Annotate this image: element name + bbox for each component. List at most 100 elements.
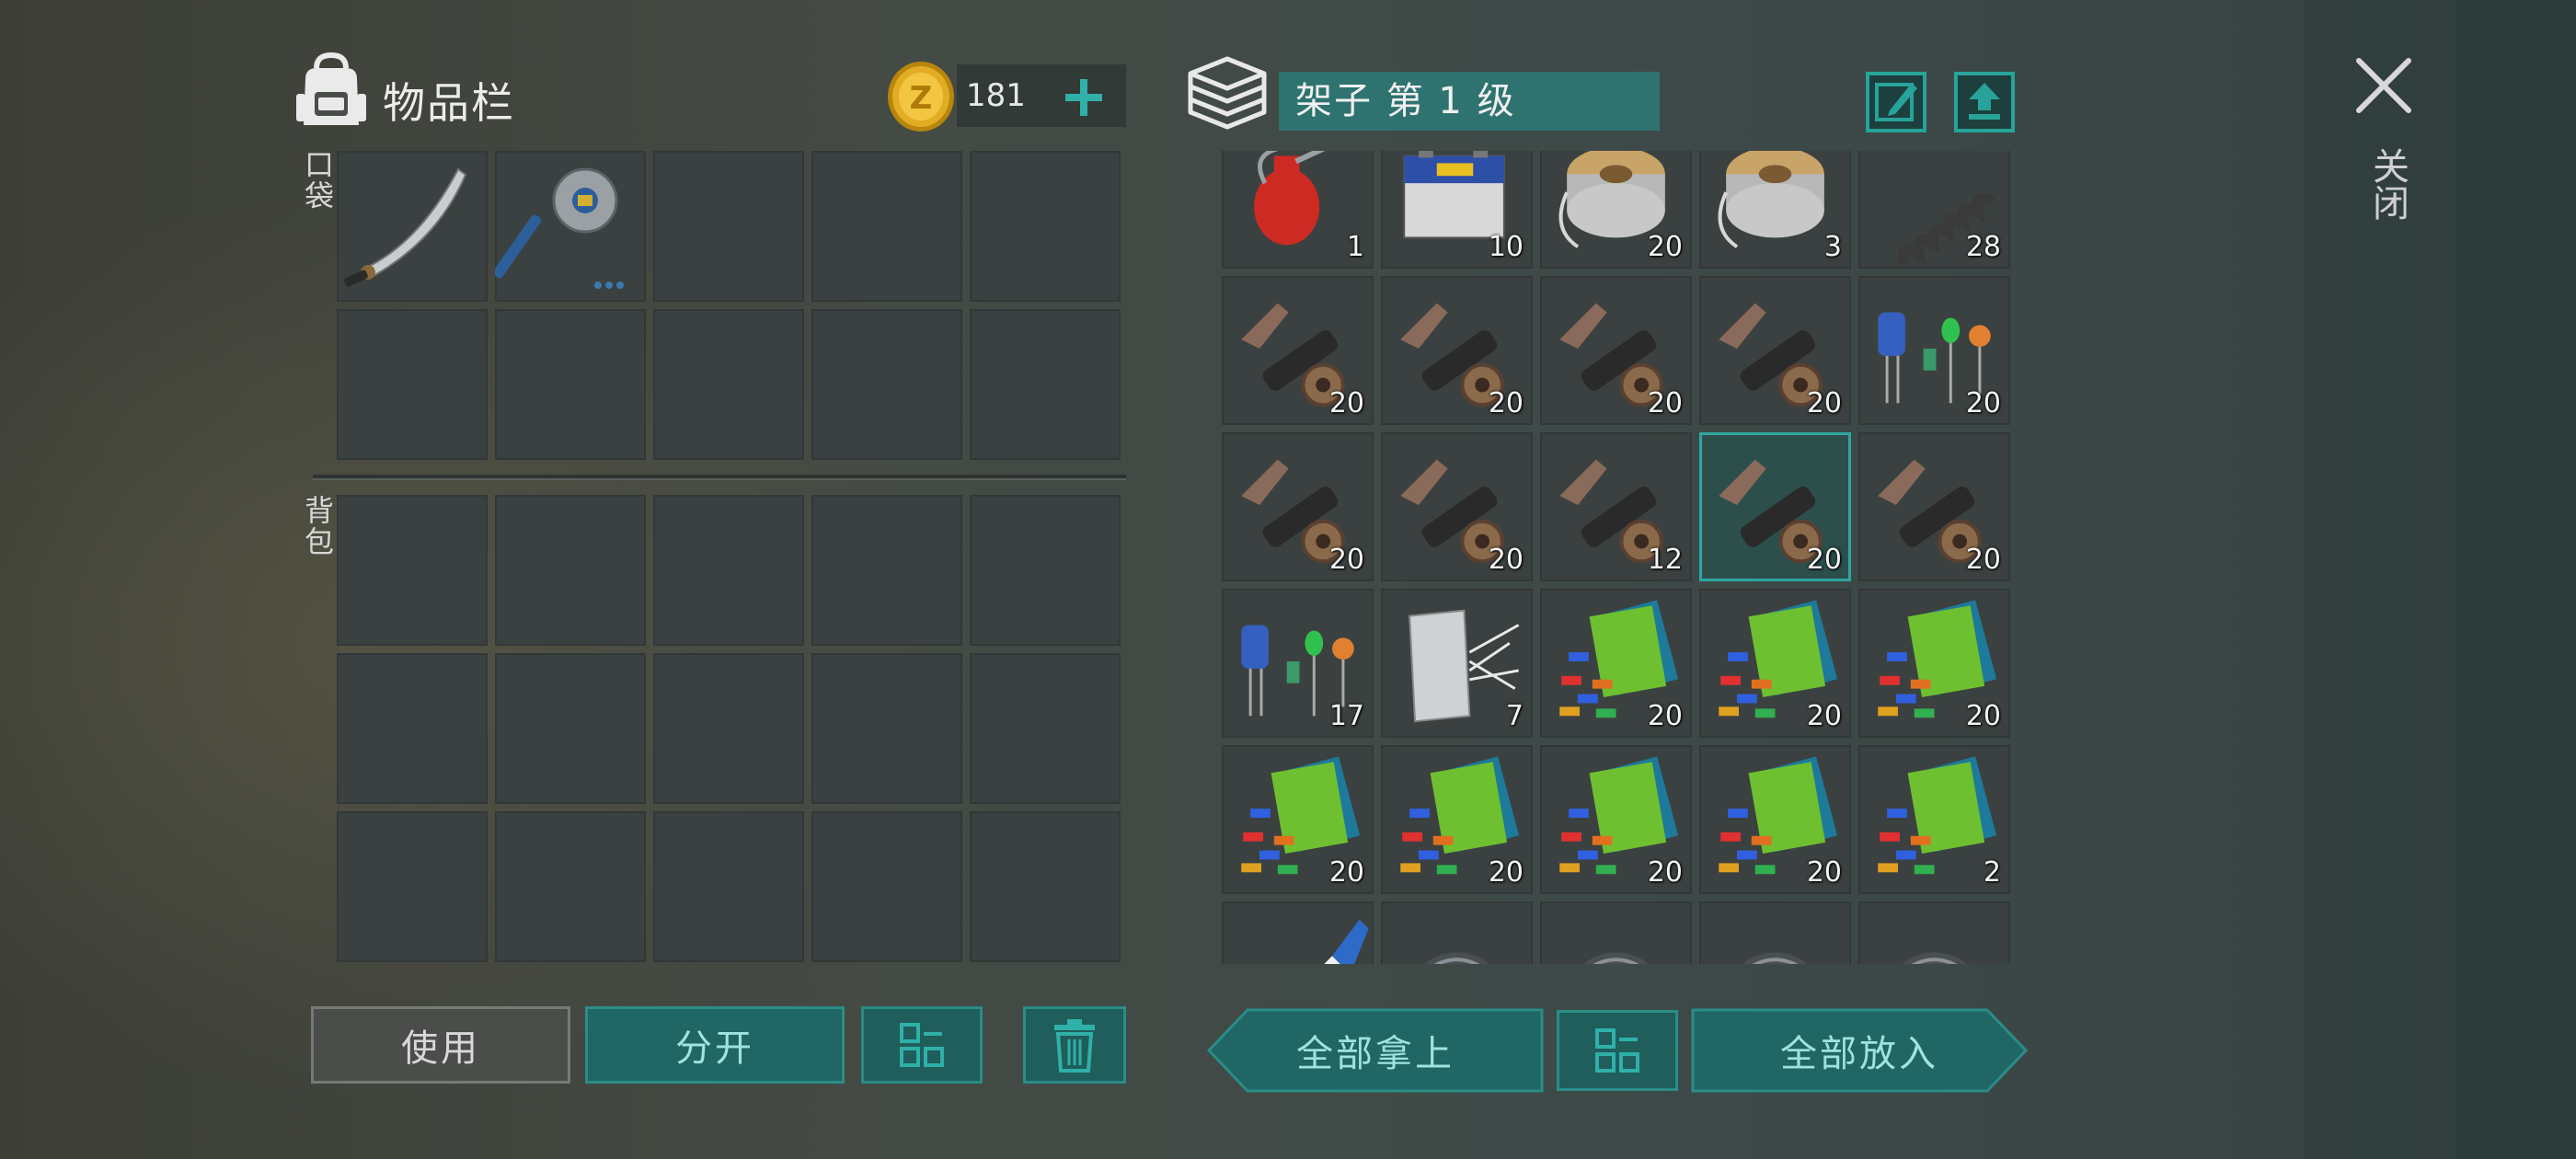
storage-slot[interactable]: 20 <box>1222 745 1374 894</box>
close-button[interactable] <box>2352 53 2416 118</box>
storage-slot[interactable] <box>1540 901 1692 964</box>
storage-slot[interactable]: 7 <box>1381 589 1533 738</box>
storage-scroll-area[interactable]: 1 10 20 3 28 20 20 20 20 20 20 20 12 20 20 17 7 20 20 20 20 2… <box>1222 151 2015 964</box>
storage-slot[interactable]: 10 <box>1381 151 1533 269</box>
take-all-label: 全部拿上 <box>1296 1033 1455 1075</box>
backpack-slot[interactable] <box>811 653 962 804</box>
storage-slot[interactable]: 20 <box>1858 432 2010 581</box>
storage-slot[interactable]: 20 <box>1699 432 1851 581</box>
pocket-slot[interactable] <box>811 151 962 302</box>
sort-storage-button[interactable] <box>1557 1010 1678 1091</box>
add-coins-button[interactable] <box>1056 70 1111 125</box>
background-edge <box>2456 0 2576 1159</box>
storage-name-field[interactable]: 架子 第 1 级 <box>1279 72 1660 131</box>
item-quantity: 17 <box>1328 700 1364 732</box>
storage-slot[interactable] <box>1222 901 1374 964</box>
take-all-button[interactable]: 全部拿上 <box>1207 1008 1544 1093</box>
backpack-slot[interactable] <box>653 653 804 804</box>
put-all-button[interactable]: 全部放入 <box>1691 1008 2028 1093</box>
section-divider <box>313 475 1126 480</box>
item-quantity: 20 <box>1965 387 2001 419</box>
backpack-slot[interactable] <box>337 811 488 962</box>
item-quantity: 20 <box>1965 544 2001 576</box>
pocket-slot[interactable] <box>337 151 488 302</box>
use-button[interactable]: 使用 <box>311 1006 570 1084</box>
inventory-title: 物品栏 <box>383 78 515 128</box>
storage-slot[interactable]: 20 <box>1222 432 1374 581</box>
backpack-slot[interactable] <box>970 811 1121 962</box>
glue-icon <box>1324 919 1369 964</box>
backpack-slot[interactable] <box>653 811 804 962</box>
sort-inventory-button[interactable] <box>861 1006 983 1084</box>
storage-slot[interactable]: 1 <box>1222 151 1374 269</box>
backpack-slot[interactable] <box>337 495 488 646</box>
item-quantity: 20 <box>1965 700 2001 732</box>
backpack-slot[interactable] <box>970 653 1121 804</box>
storage-slot[interactable]: 28 <box>1858 151 2010 269</box>
item-quantity: 20 <box>1647 856 1683 889</box>
storage-slot[interactable]: 2 <box>1858 745 2010 894</box>
backpack-slot[interactable] <box>970 495 1121 646</box>
pocket-grid <box>337 151 1121 460</box>
backpack-slot[interactable] <box>495 653 646 804</box>
backpack-slot[interactable] <box>811 811 962 962</box>
storage-slot[interactable]: 20 <box>1381 276 1533 425</box>
pocket-slot[interactable] <box>811 309 962 460</box>
storage-slot[interactable]: 20 <box>1699 276 1851 425</box>
rename-button[interactable] <box>1866 72 1926 132</box>
backpack-icon <box>296 52 366 125</box>
item-quantity: 7 <box>1505 700 1524 732</box>
item-quantity: 20 <box>1488 387 1524 419</box>
storage-slot[interactable]: 20 <box>1858 276 2010 425</box>
close-label: 关闭 <box>2366 147 2409 221</box>
pocket-slot[interactable] <box>337 309 488 460</box>
item-quantity: 20 <box>1806 387 1842 419</box>
plus-icon <box>1065 79 1102 116</box>
storage-slot[interactable]: 20 <box>1699 589 1851 738</box>
storage-slot[interactable]: 20 <box>1858 589 2010 738</box>
storage-slot[interactable]: 12 <box>1540 432 1692 581</box>
coin-icon: Z <box>888 62 954 132</box>
storage-slot[interactable] <box>1381 901 1533 964</box>
sawblade-mace-icon <box>495 167 624 289</box>
item-quantity: 1 <box>1346 231 1364 263</box>
storage-slot[interactable]: 20 <box>1381 432 1533 581</box>
machete-icon <box>343 167 467 287</box>
backpack-slot[interactable] <box>811 495 962 646</box>
pocket-slot[interactable] <box>495 151 646 302</box>
storage-slot[interactable] <box>1858 901 2010 964</box>
storage-slot[interactable]: 17 <box>1222 589 1374 738</box>
storage-slot[interactable]: 20 <box>1540 589 1692 738</box>
item-quantity: 2 <box>1983 856 2001 889</box>
split-button[interactable]: 分开 <box>585 1006 845 1084</box>
backpack-slot[interactable] <box>495 811 646 962</box>
storage-slot[interactable]: 3 <box>1699 151 1851 269</box>
pocket-slot[interactable] <box>970 151 1121 302</box>
storage-slot[interactable]: 20 <box>1540 276 1692 425</box>
storage-slot[interactable]: 20 <box>1699 745 1851 894</box>
item-quantity: 20 <box>1647 231 1683 263</box>
item-quantity: 10 <box>1488 231 1524 263</box>
storage-slot[interactable] <box>1699 901 1851 964</box>
backpack-slot[interactable] <box>653 495 804 646</box>
backpack-slot[interactable] <box>337 653 488 804</box>
pocket-slot[interactable] <box>653 309 804 460</box>
item-quantity: 20 <box>1647 700 1683 732</box>
pocket-slot[interactable] <box>495 309 646 460</box>
storage-slot[interactable]: 20 <box>1381 745 1533 894</box>
pocket-slot[interactable] <box>970 309 1121 460</box>
backpack-grid <box>337 495 1121 962</box>
pocket-slot[interactable] <box>653 151 804 302</box>
item-quantity: 28 <box>1965 231 2001 263</box>
item-quantity: 20 <box>1806 700 1842 732</box>
storage-slot[interactable]: 20 <box>1540 745 1692 894</box>
delete-button[interactable] <box>1023 1006 1126 1084</box>
storage-slot[interactable]: 20 <box>1222 276 1374 425</box>
backpack-slot[interactable] <box>495 495 646 646</box>
item-quantity: 20 <box>1488 544 1524 576</box>
sort-grid-icon <box>900 1023 944 1067</box>
bearing-icon <box>1902 952 1967 964</box>
transfer-up-button[interactable] <box>1954 72 2015 132</box>
trash-icon <box>1054 1019 1095 1073</box>
storage-slot[interactable]: 20 <box>1540 151 1692 269</box>
